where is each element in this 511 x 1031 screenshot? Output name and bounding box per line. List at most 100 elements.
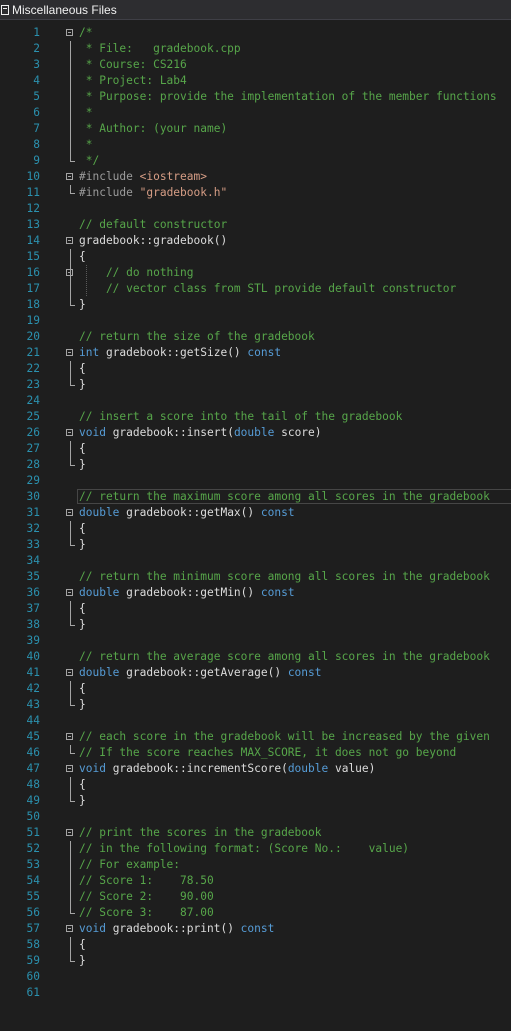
collapse-icon[interactable]	[66, 589, 73, 596]
code-token: void	[79, 762, 113, 775]
code-line[interactable]: 10 #include <iostream>	[0, 169, 511, 185]
code-token: double	[287, 762, 335, 775]
line-number: 54	[26, 874, 40, 887]
code-line[interactable]: 54 // Score 1: 78.50	[0, 873, 511, 889]
code-line[interactable]: 1 /*	[0, 25, 511, 41]
code-line[interactable]: 39	[0, 633, 511, 649]
code-line[interactable]: 5 * Purpose: provide the implementation …	[0, 89, 511, 105]
collapse-icon[interactable]	[66, 765, 73, 772]
code-line[interactable]: 44	[0, 713, 511, 729]
code-line[interactable]: 32 {	[0, 521, 511, 537]
code-text: * File: gradebook.cpp	[79, 41, 511, 57]
collapse-icon[interactable]	[66, 269, 73, 276]
code-line[interactable]: 7 * Author: (your name)	[0, 121, 511, 137]
code-line[interactable]: 33}	[0, 537, 511, 553]
line-number: 15	[26, 250, 40, 263]
code-text: gradebook::gradebook()	[79, 233, 511, 249]
code-line[interactable]: 37 {	[0, 601, 511, 617]
code-line[interactable]: 26 void gradebook::insert(double score)	[0, 425, 511, 441]
code-line[interactable]: 27 {	[0, 441, 511, 457]
code-line[interactable]: 3 * Course: CS216	[0, 57, 511, 73]
outline-guide	[70, 41, 71, 57]
collapse-icon[interactable]	[66, 669, 73, 676]
code-text: *	[79, 137, 511, 153]
code-line[interactable]: 41 double gradebook::getAverage() const	[0, 665, 511, 681]
collapse-icon[interactable]	[66, 733, 73, 740]
outline-guide	[70, 57, 71, 73]
code-text: // return the maximum score among all sc…	[79, 489, 511, 505]
code-token: const	[260, 586, 295, 599]
code-token: */	[79, 154, 100, 167]
code-line[interactable]: 6 *	[0, 105, 511, 121]
code-line[interactable]: 11 #include "gradebook.h"	[0, 185, 511, 201]
code-line[interactable]: 30 // return the maximum score among all …	[0, 489, 511, 505]
outline-guide	[70, 937, 71, 953]
code-line[interactable]: 13 // default constructor	[0, 217, 511, 233]
code-token: #include	[79, 170, 140, 183]
code-line[interactable]: 28}	[0, 457, 511, 473]
line-number: 34	[26, 554, 40, 567]
code-line[interactable]: 51 // print the scores in the gradebook	[0, 825, 511, 841]
code-line[interactable]: 34	[0, 553, 511, 569]
code-line[interactable]: 35 // return the minimum score among all …	[0, 569, 511, 585]
collapse-icon[interactable]	[66, 509, 73, 516]
code-line[interactable]: 22 {	[0, 361, 511, 377]
code-line[interactable]: 53 // For example:	[0, 857, 511, 873]
line-number: 48	[26, 778, 40, 791]
code-line[interactable]: 61	[0, 985, 511, 1001]
tab-miscellaneous-files[interactable]: Miscellaneous Files	[0, 0, 511, 20]
code-text: {	[79, 601, 511, 617]
code-line[interactable]: 47 void gradebook::incrementScore(double …	[0, 761, 511, 777]
code-line[interactable]: 9 */	[0, 153, 511, 169]
collapse-icon[interactable]	[66, 429, 73, 436]
code-line[interactable]: 48 {	[0, 777, 511, 793]
code-line[interactable]: 55 // Score 2: 90.00	[0, 889, 511, 905]
code-line[interactable]: 50	[0, 809, 511, 825]
collapse-icon[interactable]	[66, 829, 73, 836]
code-line[interactable]: 19	[0, 313, 511, 329]
code-line[interactable]: 42 {	[0, 681, 511, 697]
code-line[interactable]: 60	[0, 969, 511, 985]
code-line[interactable]: 59}	[0, 953, 511, 969]
code-line[interactable]: 52 // in the following format: (Score No.…	[0, 841, 511, 857]
code-line[interactable]: 8 *	[0, 137, 511, 153]
code-line[interactable]: 2 * File: gradebook.cpp	[0, 41, 511, 57]
collapse-icon[interactable]	[66, 349, 73, 356]
collapse-icon[interactable]	[66, 173, 73, 180]
line-number: 60	[26, 970, 40, 983]
code-line[interactable]: 38}	[0, 617, 511, 633]
code-line[interactable]: 12	[0, 201, 511, 217]
code-line[interactable]: 17 // vector class from STL provide defa…	[0, 281, 511, 297]
code-line[interactable]: 20 // return the size of the gradebook	[0, 329, 511, 345]
line-number: 14	[26, 234, 40, 247]
code-line[interactable]: 15 {	[0, 249, 511, 265]
code-line[interactable]: 57 void gradebook::print() const	[0, 921, 511, 937]
code-line[interactable]: 40 // return the average score among all …	[0, 649, 511, 665]
code-line[interactable]: 31 double gradebook::getMax() const	[0, 505, 511, 521]
code-line[interactable]: 4 * Project: Lab4	[0, 73, 511, 89]
outline-guide	[70, 377, 75, 386]
code-line[interactable]: 43}	[0, 697, 511, 713]
code-line[interactable]: 36 double gradebook::getMin() const	[0, 585, 511, 601]
code-line[interactable]: 14 gradebook::gradebook()	[0, 233, 511, 249]
code-token: /*	[79, 26, 93, 39]
code-line[interactable]: 58 {	[0, 937, 511, 953]
code-line[interactable]: 29	[0, 473, 511, 489]
code-token: const	[247, 346, 282, 359]
code-line[interactable]: 24	[0, 393, 511, 409]
code-line[interactable]: 45 // each score in the gradebook will be…	[0, 729, 511, 745]
collapse-icon[interactable]	[66, 237, 73, 244]
code-line[interactable]: 25 // insert a score into the tail of the…	[0, 409, 511, 425]
line-number: 4	[33, 74, 40, 87]
code-line[interactable]: 16 // do nothing	[0, 265, 511, 281]
code-line[interactable]: 21 int gradebook::getSize() const	[0, 345, 511, 361]
code-line[interactable]: 23}	[0, 377, 511, 393]
collapse-icon[interactable]	[66, 925, 73, 932]
code-editor[interactable]: 1/* 2 * File: gradebook.cpp 3 * Course: CS…	[0, 20, 511, 1031]
code-line[interactable]: 49}	[0, 793, 511, 809]
code-line[interactable]: 56 // Score 3: 87.00	[0, 905, 511, 921]
code-line[interactable]: 18}	[0, 297, 511, 313]
collapse-icon[interactable]	[66, 29, 73, 36]
code-line[interactable]: 46 // If the score reaches MAX_SCORE, it …	[0, 745, 511, 761]
outline-guide	[70, 457, 75, 466]
